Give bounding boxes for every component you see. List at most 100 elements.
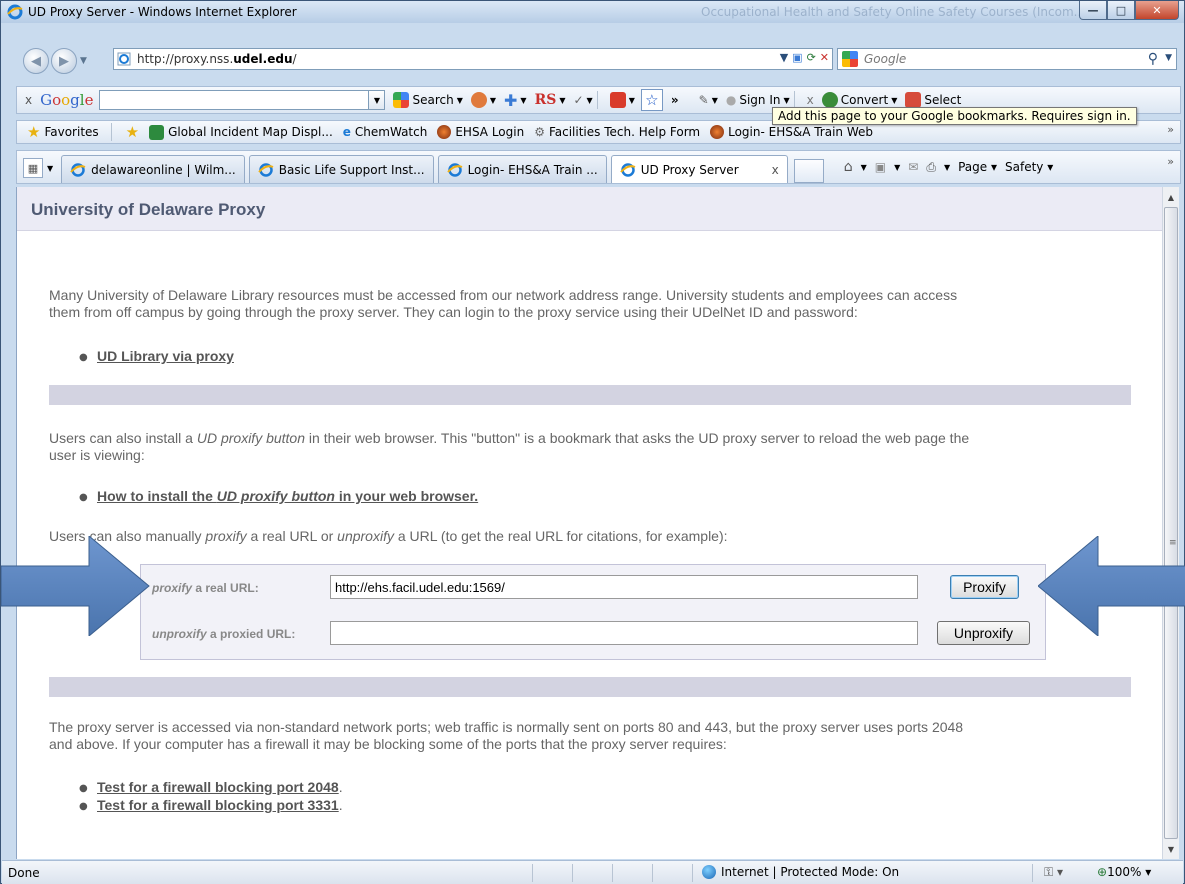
tab-ud-proxy-server[interactable]: UD Proxy Server x	[610, 155, 788, 183]
vertical-scrollbar[interactable]: ▲ ≡ ▼	[1162, 187, 1179, 859]
rs-button[interactable]: RS ▼	[535, 92, 566, 108]
convert-icon	[821, 92, 838, 108]
address-dropdown-icon[interactable]: ▼	[780, 51, 788, 64]
tools-icon	[470, 92, 487, 108]
tab-delawareonline[interactable]: delawareonline | Wilm...	[61, 155, 245, 183]
bullet: ●	[79, 352, 88, 363]
sign-in-button[interactable]: ● Sign In ▼	[726, 93, 790, 107]
favorite-item[interactable]: ⚙ Facilities Tech. Help Form	[534, 125, 700, 139]
back-button[interactable]: ◀	[23, 48, 49, 74]
favorite-item[interactable]: EHSA Login	[437, 125, 524, 139]
back-icon: ◀	[31, 53, 41, 69]
tab-list-dropdown[interactable]: ▼	[47, 164, 53, 173]
ud-library-link[interactable]: UD Library via proxy	[97, 348, 234, 364]
address-bar[interactable]: http://proxy.nss.udel.edu/ ▼ ▣ ⟳ ✕	[113, 48, 833, 70]
google-logo: Google	[40, 91, 94, 109]
home-icon[interactable]: ⌂	[844, 159, 853, 175]
spellcheck-button[interactable]: ✓ ▼	[573, 93, 592, 107]
google-search-dropdown[interactable]: ▼	[369, 90, 386, 110]
page-icon	[117, 52, 131, 66]
search-box[interactable]: Google ⚲ ▼	[837, 48, 1177, 70]
ie-tab-icon	[70, 162, 86, 177]
address-actions: ▼ ▣ ⟳ ✕	[780, 51, 829, 64]
ie-tab-icon	[257, 162, 274, 177]
tab-basic-life-support[interactable]: Basic Life Support Inst...	[248, 155, 434, 183]
scrollbar-thumb[interactable]: ≡	[1164, 207, 1178, 839]
minimize-button[interactable]: —	[1079, 1, 1107, 20]
settings-button[interactable]: ✎ ▼	[699, 93, 718, 107]
proxify-button[interactable]: Proxify	[950, 575, 1019, 599]
print-icon[interactable]: ⎙	[926, 160, 936, 175]
feed-icon[interactable]: ▣	[875, 160, 886, 174]
background-window-title: Occupational Health and Safety Online Sa…	[701, 5, 1086, 19]
command-bar-overflow[interactable]: »	[1167, 155, 1174, 168]
favorites-overflow[interactable]: »	[1167, 123, 1174, 136]
test-port-3331-item: Test for a firewall blocking port 3331.	[97, 797, 343, 813]
quick-tabs-button[interactable]: ▦	[23, 158, 43, 178]
test-port-3331-link[interactable]: Test for a firewall blocking port 3331	[97, 797, 339, 813]
recent-pages-dropdown[interactable]: ▼	[80, 56, 87, 66]
scroll-down-button[interactable]: ▼	[1163, 841, 1179, 857]
bookmark-star-button[interactable]: ☆	[640, 89, 663, 111]
toolbar-separator	[596, 91, 598, 109]
stop-icon[interactable]: ✕	[820, 51, 829, 64]
address-url[interactable]: http://proxy.nss.udel.edu/	[137, 52, 297, 66]
ie-window: UD Proxy Server - Windows Internet Explo…	[0, 0, 1185, 884]
mail-icon[interactable]: ✉	[908, 160, 918, 174]
window-controls: — □ ✕	[1079, 1, 1179, 20]
status-bar: Done Internet | Protected Mode: On ⚿ ▾ ⊕…	[2, 860, 1183, 884]
refresh-icon[interactable]: ⟳	[807, 51, 816, 64]
convert-toolbar-close[interactable]: x	[807, 93, 814, 107]
page-header: University of Delaware Proxy	[17, 187, 1162, 231]
add-button[interactable]: ✚ ▼	[504, 91, 527, 110]
favorites-button[interactable]: ★ Favorites	[27, 123, 99, 141]
new-tab-button[interactable]	[793, 159, 824, 183]
compatibility-icon[interactable]: ▣	[792, 51, 802, 64]
google-icon	[842, 51, 858, 67]
google-search-button[interactable]: Search ▼	[393, 92, 463, 108]
unproxify-url-input[interactable]	[330, 621, 918, 645]
plus-icon: ✚	[504, 90, 518, 110]
google-search-input[interactable]	[99, 90, 370, 110]
security-zone[interactable]: Internet | Protected Mode: On	[702, 865, 899, 879]
maximize-button[interactable]: □	[1107, 1, 1135, 20]
install-proxify-button-link[interactable]: How to install the UD proxify button in …	[97, 488, 478, 504]
select-icon	[905, 92, 922, 108]
page-menu[interactable]: Page ▾	[958, 160, 997, 174]
search-options-dropdown[interactable]: ▼	[1165, 53, 1172, 63]
command-bar: ⌂ ▼ ▣ ▼ ✉ ⎙ ▼ Page ▾ Safety ▾	[843, 159, 1054, 175]
window-title: UD Proxy Server - Windows Internet Explo…	[28, 5, 297, 19]
zoom-level[interactable]: ⊕100% ▾	[1097, 865, 1151, 879]
bullet: ●	[79, 492, 88, 503]
proxify-label: proxify a real URL:	[152, 581, 259, 595]
search-icon[interactable]: ⚲	[1148, 51, 1158, 67]
section-divider	[49, 385, 1131, 405]
convert-button[interactable]: Convert ▼	[821, 92, 897, 108]
add-favorite-button[interactable]: ★	[126, 123, 139, 141]
close-tab-button[interactable]: x	[772, 163, 779, 177]
popup-blocker-button[interactable]: ▼	[609, 92, 635, 108]
page-title: University of Delaware Proxy	[31, 200, 266, 219]
forward-button[interactable]: ▶	[51, 48, 77, 74]
toolbar-options-button[interactable]: ▼	[470, 92, 496, 108]
ie-tab-icon	[619, 162, 636, 177]
scroll-up-button[interactable]: ▲	[1163, 189, 1179, 205]
search-placeholder: Google	[864, 52, 907, 66]
close-window-button[interactable]: ✕	[1135, 1, 1179, 20]
ehsa-icon	[437, 125, 452, 139]
tab-login-ehsa[interactable]: Login- EHS&A Train ...	[437, 155, 607, 183]
safety-menu[interactable]: Safety ▾	[1005, 160, 1053, 174]
favorite-item[interactable]: Login- EHS&A Train Web	[710, 125, 873, 139]
favorite-item[interactable]: Global Incident Map Displ...	[149, 124, 333, 140]
status-separator	[692, 864, 693, 882]
protected-mode-icon[interactable]: ⚿ ▾	[1044, 865, 1063, 880]
spellcheck-icon: ✓	[573, 93, 584, 107]
proxify-url-input[interactable]	[330, 575, 918, 599]
select-button[interactable]: Select	[905, 92, 961, 108]
bullet: ●	[79, 801, 88, 812]
favorite-item[interactable]: e ChemWatch	[343, 125, 428, 139]
test-port-2048-link[interactable]: Test for a firewall blocking port 2048	[97, 779, 339, 795]
more-button[interactable]: »	[671, 93, 679, 107]
google-toolbar-close[interactable]: x	[25, 93, 32, 107]
unproxify-button[interactable]: Unproxify	[937, 621, 1030, 645]
